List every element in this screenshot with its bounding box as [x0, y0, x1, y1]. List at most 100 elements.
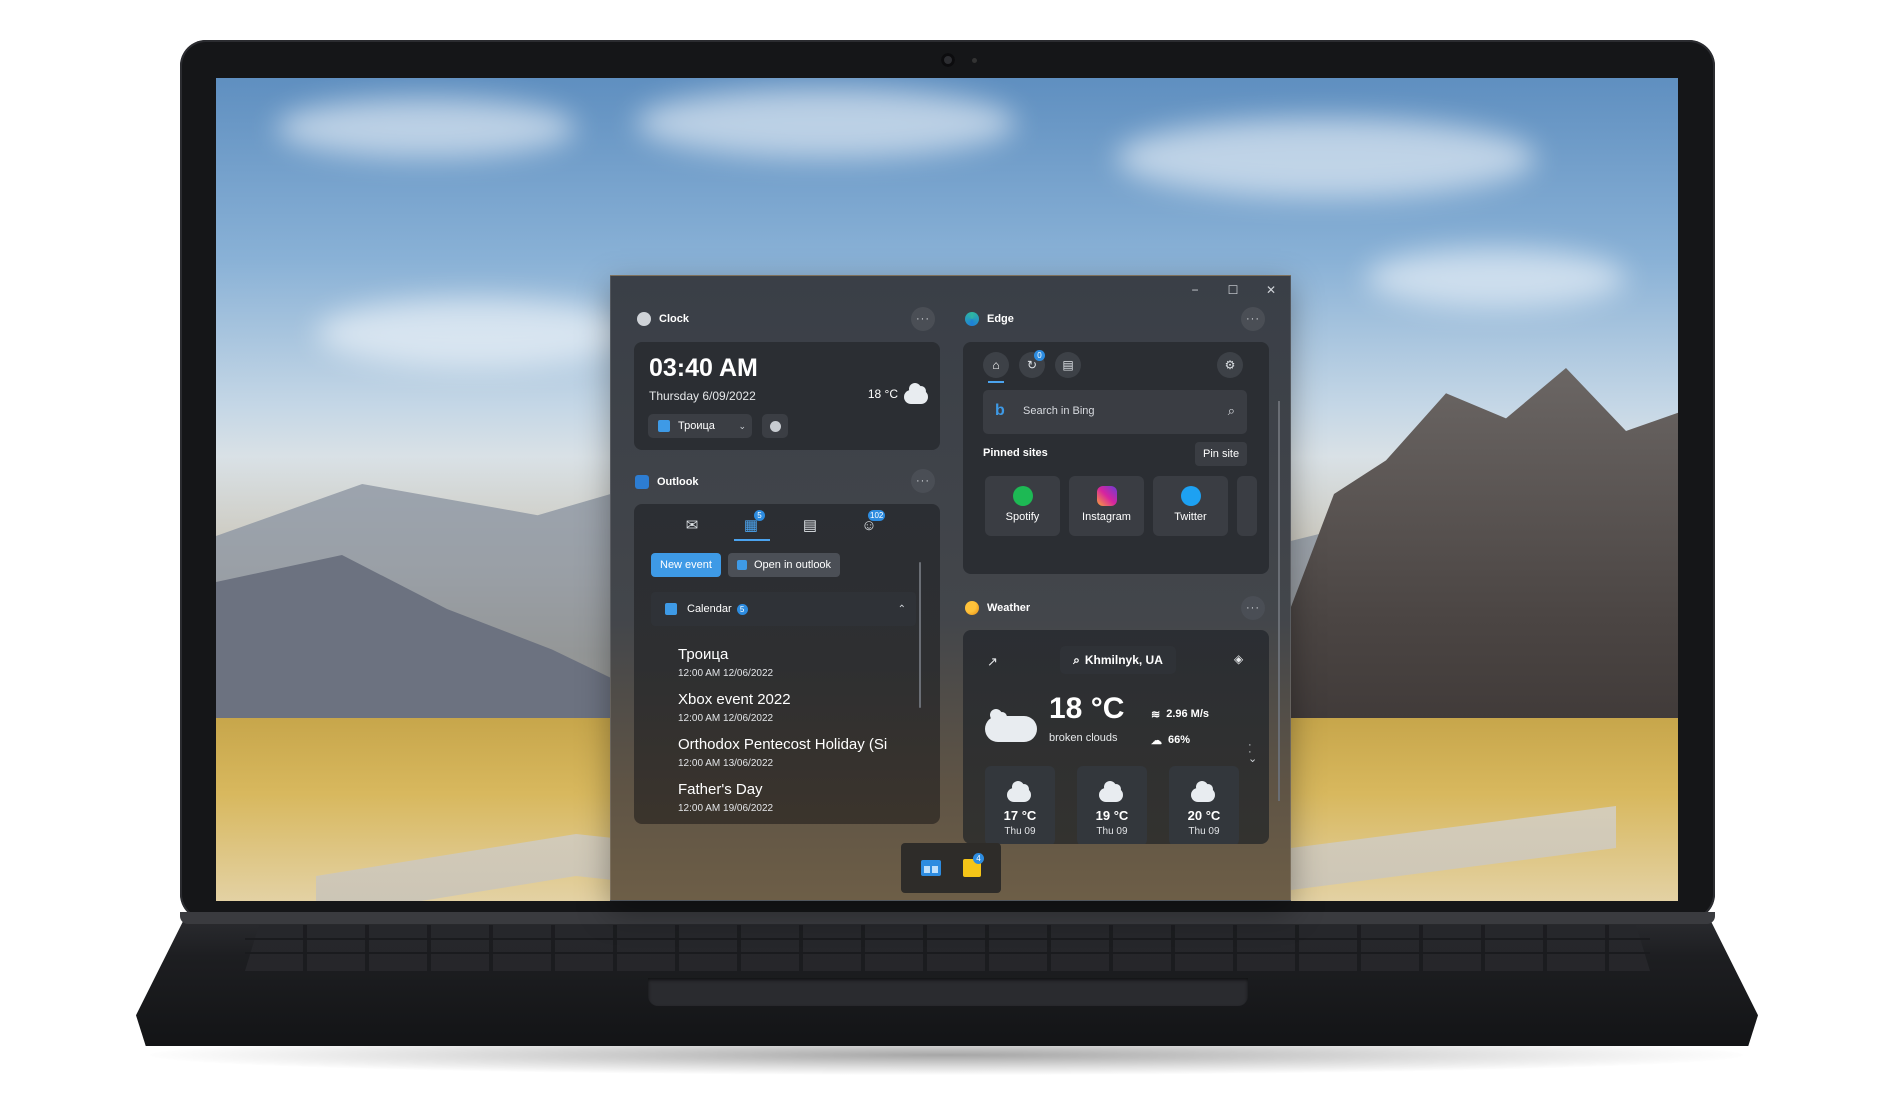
- weather-condition: broken clouds: [1049, 732, 1118, 744]
- pinned-site-instagram[interactable]: Instagram: [1069, 476, 1144, 536]
- location-search[interactable]: ⌕ Khmilnyk, UA: [1060, 646, 1176, 674]
- broken-clouds-icon: [985, 709, 1037, 742]
- wind-icon: ≋: [1151, 709, 1161, 721]
- people-tab[interactable]: ☺ 102: [856, 510, 886, 536]
- wind-value: 2.96 M/s: [1166, 708, 1210, 720]
- reading-list-icon[interactable]: ▤: [1055, 352, 1081, 378]
- outlook-icon: [635, 475, 649, 489]
- new-event-button[interactable]: New event: [651, 553, 721, 577]
- outlook-card: ✉ ▦ 5 ▤ ☺ 102 New event Open in outlook …: [634, 504, 940, 824]
- forecast-temp: 19 °C: [1095, 808, 1129, 823]
- outlook-more-button[interactable]: ···: [911, 469, 935, 493]
- wind-speed: ≋ 2.96 M/s: [1151, 708, 1209, 721]
- close-button[interactable]: ✕: [1252, 276, 1290, 304]
- widget-tile: [924, 866, 930, 873]
- gear-icon[interactable]: ⚙: [1217, 352, 1243, 378]
- site-label: Instagram: [1082, 511, 1131, 523]
- clock-time: 03:40 AM: [649, 354, 758, 382]
- key-row-divider: [245, 952, 1650, 954]
- webcam-icon: [941, 53, 955, 67]
- people-badge: 102: [868, 510, 886, 521]
- weather-header: Weather: [965, 601, 1030, 615]
- spotify-icon: [1012, 486, 1033, 506]
- hinge: [180, 912, 1715, 924]
- forecast-day: Thu 09: [1004, 826, 1036, 837]
- event-selector-label: Троица: [678, 420, 715, 432]
- humidity-value: 66%: [1168, 734, 1191, 746]
- pinned-site-twitter[interactable]: Twitter: [1153, 476, 1228, 536]
- chevron-up-icon[interactable]: ⌃: [898, 604, 906, 615]
- widgets-app-icon[interactable]: [921, 860, 941, 876]
- search-input[interactable]: Search in Bing: [1023, 405, 1095, 417]
- clock-card: 03:40 AM Thursday 6/09/2022 18 °C Троица…: [634, 342, 940, 450]
- bing-search-box[interactable]: b Search in Bing ⌕: [983, 390, 1247, 434]
- clock-small-icon: [769, 420, 781, 432]
- history-tab[interactable]: ↻ 0: [1019, 350, 1045, 378]
- outlook-title: Outlook: [657, 476, 699, 488]
- open-in-outlook-button[interactable]: Open in outlook: [728, 553, 841, 577]
- vertical-more-icon[interactable]: · · ⌄: [1248, 740, 1257, 765]
- scrollbar[interactable]: [1278, 401, 1280, 801]
- forecast-day: Thu 09: [1096, 826, 1128, 837]
- event-selector[interactable]: Троица ⌄: [648, 414, 752, 438]
- maximize-button[interactable]: ☐: [1214, 276, 1252, 304]
- notes-badge: 4: [973, 853, 984, 864]
- forecast-item[interactable]: 17 °C Thu 09: [985, 766, 1055, 844]
- forecast-item[interactable]: 20 °C Thu 09: [1169, 766, 1239, 844]
- clock-settings-button[interactable]: [762, 414, 788, 438]
- humidity-icon: ☁: [1151, 735, 1162, 747]
- outlook-header: Outlook: [635, 475, 699, 489]
- calendar-label: Calendar: [687, 603, 732, 615]
- instagram-icon: [1096, 486, 1117, 506]
- cloud-icon: [1191, 781, 1215, 802]
- pin-site-button[interactable]: Pin site: [1195, 442, 1248, 466]
- weather-temperature: 18 °C: [1049, 692, 1125, 725]
- title-bar: − ☐ ✕: [1176, 276, 1290, 304]
- edge-more-button[interactable]: ···: [1241, 307, 1265, 331]
- event-title[interactable]: Father's Day: [678, 781, 908, 798]
- bing-icon: b: [995, 402, 1005, 419]
- mail-icon[interactable]: ✉: [679, 514, 705, 536]
- minimize-button[interactable]: −: [1176, 276, 1214, 304]
- edge-icon: [965, 312, 979, 326]
- calendar-group-header[interactable]: Calendar 5 ⌃: [651, 592, 916, 626]
- clock-date: Thursday 6/09/2022: [649, 389, 756, 403]
- cloud-icon: [904, 383, 928, 404]
- edge-title: Edge: [987, 313, 1014, 325]
- home-icon[interactable]: ⌂: [983, 352, 1009, 378]
- touchpad: [648, 978, 1248, 1006]
- event-list: Троица 12:00 AM 12/06/2022 Xbox event 20…: [634, 632, 934, 820]
- forecast-temp: 20 °C: [1187, 808, 1221, 823]
- forecast-item[interactable]: 19 °C Thu 09: [1077, 766, 1147, 844]
- weather-title: Weather: [987, 602, 1031, 614]
- widget-tile: [932, 866, 938, 873]
- calendar-icon: [665, 603, 677, 615]
- pinned-site-spotify[interactable]: Spotify: [985, 476, 1060, 536]
- weather-more-button[interactable]: ···: [1241, 596, 1265, 620]
- event-title[interactable]: Xbox event 2022: [678, 691, 908, 708]
- pinned-sites-label: Pinned sites: [983, 447, 1048, 459]
- search-icon[interactable]: ⌕: [1228, 403, 1235, 419]
- event-date: 12:00 AM 13/06/2022: [678, 758, 774, 769]
- open-external-icon[interactable]: ↗: [987, 654, 998, 670]
- chevron-down-icon[interactable]: ⌄: [738, 421, 746, 432]
- cloud-icon: [1007, 781, 1031, 802]
- calendar-grid-icon[interactable]: ▤: [797, 514, 823, 536]
- keyboard: [245, 925, 1650, 971]
- calendar-badge: 5: [754, 510, 765, 521]
- calendar-tab[interactable]: ▦ 5: [738, 510, 765, 536]
- clock-title: Clock: [659, 313, 689, 325]
- clock-header: Clock: [637, 312, 689, 326]
- locate-icon[interactable]: ◈: [1234, 652, 1243, 666]
- search-icon: ⌕: [1073, 652, 1080, 667]
- event-title[interactable]: Троица: [678, 646, 908, 663]
- sticky-notes-icon[interactable]: 4: [963, 853, 984, 877]
- event-title[interactable]: Orthodox Pentecost Holiday (Si: [678, 736, 908, 753]
- event-date: 12:00 AM 12/06/2022: [678, 668, 774, 679]
- pinned-site-partial[interactable]: [1237, 476, 1257, 536]
- forecast-day: Thu 09: [1188, 826, 1220, 837]
- cloud-icon: [1099, 781, 1123, 802]
- event-date: 12:00 AM 12/06/2022: [678, 713, 774, 724]
- twitter-icon: [1180, 486, 1201, 506]
- clock-more-button[interactable]: ···: [911, 307, 935, 331]
